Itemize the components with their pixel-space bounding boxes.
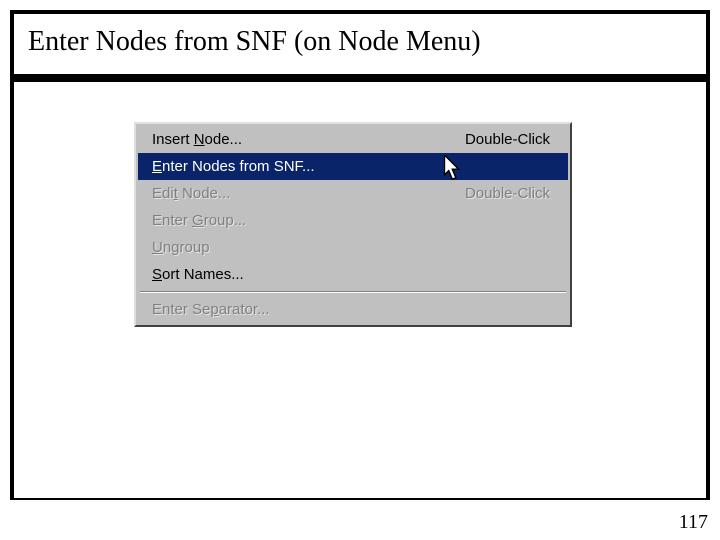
menu-item-label: Enter Separator...: [152, 300, 270, 319]
menu-item-label: Sort Names...: [152, 265, 244, 284]
menu-separator: [140, 291, 566, 293]
menu-item-sort-names[interactable]: Sort Names...: [138, 261, 568, 288]
slide-title: Enter Nodes from SNF (on Node Menu): [14, 14, 706, 82]
menu-item-insert-node[interactable]: Insert Node... Double-Click: [138, 126, 568, 153]
slide-content: Insert Node... Double-Click Enter Nodes …: [14, 82, 706, 498]
menu-item-shortcut: Double-Click: [465, 184, 550, 203]
menu-item-label: Edit Node...: [152, 184, 230, 203]
page-root: Enter Nodes from SNF (on Node Menu) Inse…: [0, 0, 720, 540]
menu-item-label: Enter Group...: [152, 211, 246, 230]
menu-item-label: Enter Nodes from SNF...: [152, 157, 315, 176]
menu-item-enter-nodes-from-snf[interactable]: Enter Nodes from SNF...: [138, 153, 568, 180]
page-number: 117: [679, 511, 708, 534]
menu-item-shortcut: Double-Click: [465, 130, 550, 149]
menu-item-ungroup: Ungroup: [138, 234, 568, 261]
menu-item-label: Insert Node...: [152, 130, 242, 149]
context-menu: Insert Node... Double-Click Enter Nodes …: [134, 122, 572, 327]
menu-item-enter-separator: Enter Separator...: [138, 296, 568, 323]
menu-item-label: Ungroup: [152, 238, 210, 257]
menu-item-enter-group: Enter Group...: [138, 207, 568, 234]
menu-item-edit-node: Edit Node... Double-Click: [138, 180, 568, 207]
slide-frame: Enter Nodes from SNF (on Node Menu) Inse…: [10, 10, 710, 500]
